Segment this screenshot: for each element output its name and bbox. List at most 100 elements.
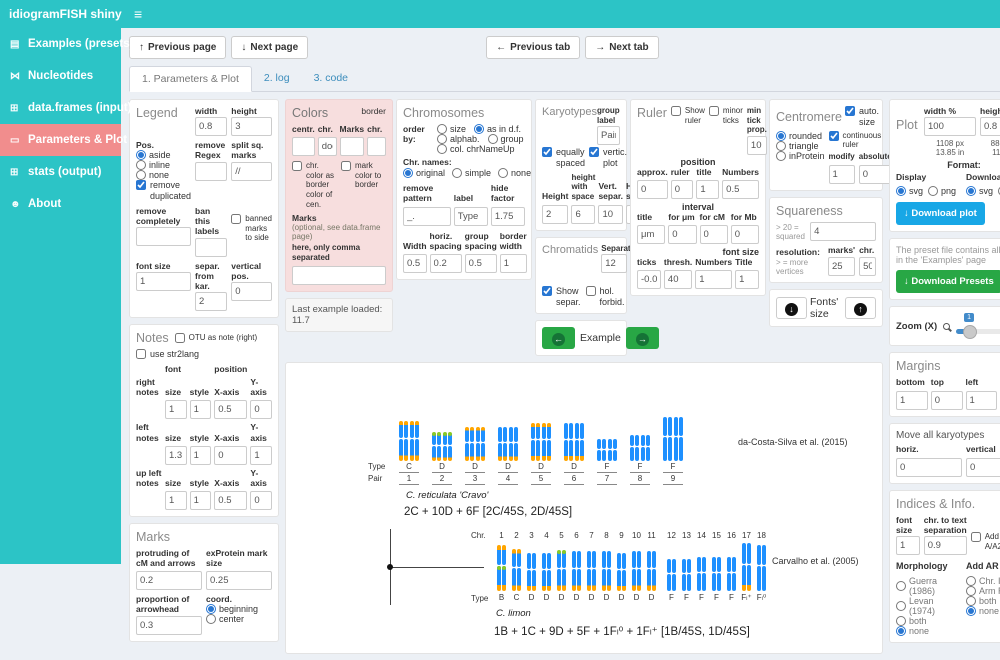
tab-code[interactable]: 3. code	[302, 66, 360, 91]
legend-remove-duplicated-checkbox[interactable]	[136, 180, 146, 190]
vertical-plot-checkbox[interactable]	[589, 147, 599, 157]
chr-text-separation-input[interactable]	[924, 536, 967, 555]
download-svg-radio[interactable]	[966, 186, 976, 196]
morphology-none-radio[interactable]	[896, 626, 906, 636]
tab-parameters-plot[interactable]: 1. Parameters & Plot	[129, 66, 252, 92]
arrowhead-input[interactable]	[136, 616, 202, 635]
names-none-radio[interactable]	[498, 168, 508, 178]
order-alphab-radio[interactable]	[437, 134, 447, 144]
chromatid-separation-input[interactable]	[601, 254, 627, 273]
legend-height-input[interactable]	[231, 117, 272, 136]
upleft-notes-size-input[interactable]	[165, 491, 187, 510]
coord-beginning-radio[interactable]	[206, 604, 216, 614]
interval-cm-input[interactable]	[700, 225, 728, 244]
chr-width-input[interactable]	[403, 254, 427, 273]
ruler-numbers-pos-input[interactable]	[722, 180, 759, 199]
hamburger-menu-icon[interactable]: ≡	[121, 0, 155, 28]
arci-arm-ratio-radio[interactable]	[966, 586, 976, 596]
display-svg-radio[interactable]	[896, 186, 906, 196]
show-ruler-checkbox[interactable]	[671, 106, 681, 116]
chr-border-color-input[interactable]	[367, 137, 386, 156]
morphology-guerra-radio[interactable]	[896, 581, 906, 591]
group-label-input[interactable]	[597, 126, 620, 145]
download-plot-button[interactable]: ↓ Download plot	[896, 202, 985, 225]
upleft-notes-style-input[interactable]	[190, 491, 212, 510]
margin-top-input[interactable]	[931, 391, 963, 410]
names-simple-radio[interactable]	[452, 168, 462, 178]
order-size-radio[interactable]	[437, 124, 447, 134]
exprotein-size-input[interactable]	[206, 571, 272, 590]
marks-border-color-input[interactable]	[340, 137, 365, 156]
ruler-title-unit-input[interactable]	[637, 225, 665, 244]
right-notes-y-input[interactable]	[250, 400, 272, 419]
move-vertical-input[interactable]	[966, 458, 1000, 477]
centromere-modify-input[interactable]	[829, 165, 855, 184]
left-notes-y-input[interactable]	[250, 446, 272, 465]
remove-pattern-input[interactable]	[403, 207, 451, 226]
tab-log[interactable]: 2. log	[252, 66, 302, 91]
left-notes-size-input[interactable]	[165, 446, 187, 465]
left-notes-x-input[interactable]	[214, 446, 247, 465]
legend-banned-marks-checkbox[interactable]	[231, 214, 241, 224]
legend-remove-completely-input[interactable]	[136, 227, 191, 246]
height-ratio-input[interactable]	[980, 117, 1000, 136]
morphology-both-radio[interactable]	[896, 616, 906, 626]
centromere-color-input[interactable]	[292, 137, 315, 156]
right-notes-size-input[interactable]	[165, 400, 187, 419]
left-notes-style-input[interactable]	[190, 446, 212, 465]
order-group-radio[interactable]	[488, 134, 498, 144]
squareness-input[interactable]	[810, 222, 876, 241]
zoom-slider[interactable]: 1 10	[956, 313, 1000, 339]
chr-label-input[interactable]	[454, 207, 488, 226]
previous-example-button[interactable]: ←	[542, 327, 575, 349]
order-asdf-radio[interactable]	[474, 124, 484, 134]
sidebar-item-nucleotides[interactable]: ⋈Nucleotides	[0, 60, 121, 92]
hol-forbid-checkbox[interactable]	[586, 286, 596, 296]
sidebar-item-stats[interactable]: ⊞stats (output)	[0, 156, 121, 188]
legend-separ-input[interactable]	[195, 292, 227, 311]
legend-remove-regex-input[interactable]	[195, 162, 227, 181]
centromere-inprotein-radio[interactable]	[776, 151, 786, 161]
border-width-input[interactable]	[500, 254, 527, 273]
legend-width-input[interactable]	[195, 117, 227, 136]
sidebar-item-examples[interactable]: ▤Examples (presets)	[0, 28, 121, 60]
ruler-position-input[interactable]	[671, 180, 694, 199]
auto-size-checkbox[interactable]	[845, 106, 855, 116]
resolution-chr-input[interactable]	[859, 257, 876, 276]
otu-as-note-checkbox[interactable]	[175, 333, 185, 343]
download-presets-button[interactable]: ↓ Download Presets	[896, 270, 1000, 293]
next-page-button[interactable]: ↓Next page	[231, 36, 308, 59]
fonts-size-increase-button[interactable]: ↑	[845, 297, 876, 319]
interval-um-input[interactable]	[668, 225, 696, 244]
legend-pos-none-radio[interactable]	[136, 170, 146, 180]
legend-pos-inline-radio[interactable]	[136, 160, 146, 170]
arci-both-radio[interactable]	[966, 596, 976, 606]
centromere-rounded-radio[interactable]	[776, 131, 786, 141]
upleft-notes-y-input[interactable]	[250, 491, 272, 510]
coord-center-radio[interactable]	[206, 614, 216, 624]
next-tab-button[interactable]: →Next tab	[585, 36, 658, 59]
legend-vertical-pos-input[interactable]	[231, 282, 272, 301]
hide-factor-input[interactable]	[491, 207, 525, 226]
continuous-ruler-checkbox[interactable]	[829, 131, 839, 141]
sidebar-item-parameters-plot[interactable]: ▭Parameters & Plot	[0, 124, 121, 156]
ruler-title-fs-input[interactable]	[735, 270, 759, 289]
slider-handle[interactable]	[963, 325, 977, 339]
ruler-numbers-fs-input[interactable]	[695, 270, 732, 289]
margin-bottom-input[interactable]	[896, 391, 928, 410]
protruding-input[interactable]	[136, 571, 202, 590]
display-png-radio[interactable]	[928, 186, 938, 196]
plot-width-pct-input[interactable]	[924, 117, 976, 136]
minor-ticks-checkbox[interactable]	[709, 106, 719, 116]
chr-color-as-border-checkbox[interactable]	[292, 161, 302, 171]
legend-font-size-input[interactable]	[136, 272, 191, 291]
morphology-levan-radio[interactable]	[896, 601, 906, 611]
use-str2lang-checkbox[interactable]	[136, 349, 146, 359]
right-notes-style-input[interactable]	[190, 400, 212, 419]
height-with-space-input[interactable]	[571, 205, 595, 224]
legend-ban-labels-input[interactable]	[195, 238, 227, 257]
sidebar-item-dataframes[interactable]: ⊞data.frames (input)	[0, 92, 121, 124]
previous-page-button[interactable]: ↑Previous page	[129, 36, 226, 59]
ruler-approx-input[interactable]	[637, 180, 668, 199]
ruler-title-pos-input[interactable]	[696, 180, 719, 199]
